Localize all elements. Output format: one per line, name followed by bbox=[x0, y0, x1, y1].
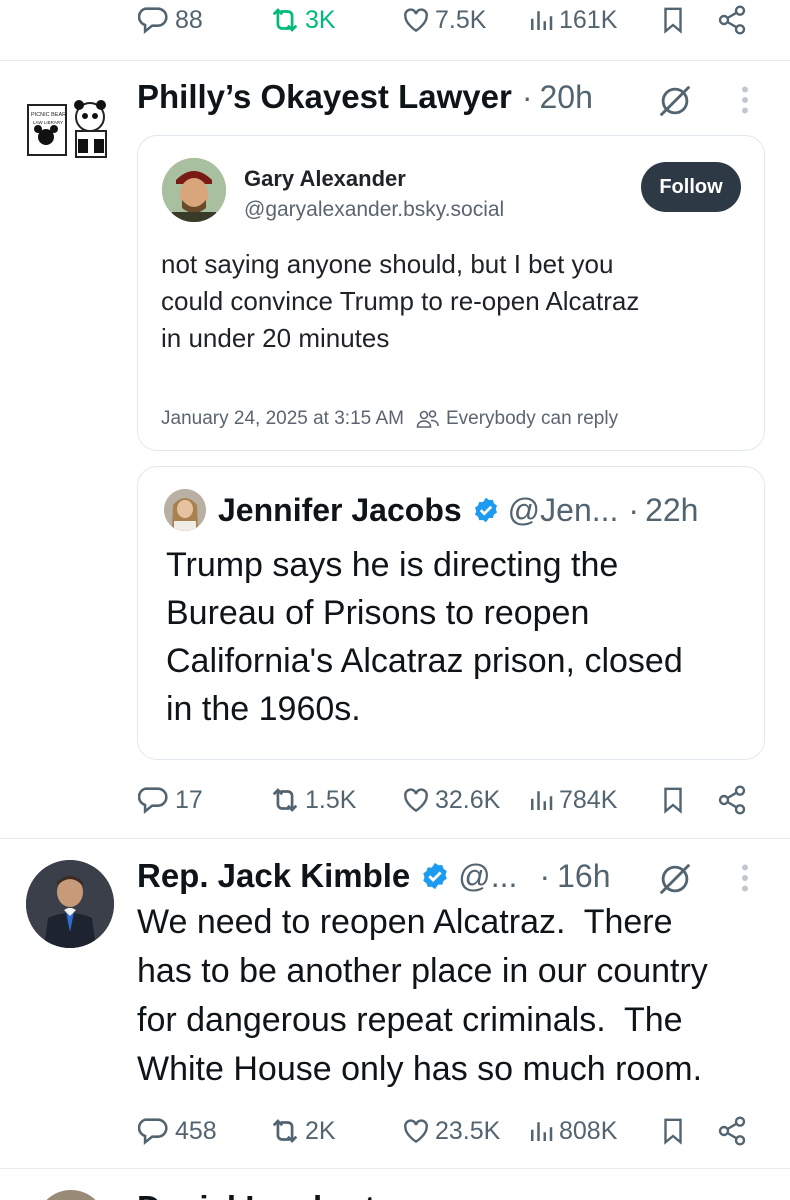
avatar[interactable] bbox=[26, 860, 114, 948]
svg-text:PICNIC BEAR: PICNIC BEAR bbox=[31, 112, 66, 118]
views-count: 784K bbox=[559, 785, 618, 814]
verified-badge-icon bbox=[472, 496, 500, 524]
reply-icon bbox=[138, 7, 168, 34]
bookmark-button[interactable] bbox=[658, 775, 688, 825]
views-icon bbox=[531, 11, 553, 30]
separator: · bbox=[539, 857, 551, 894]
share-icon bbox=[718, 1116, 746, 1146]
author-name[interactable]: Daniel Lambert bbox=[137, 1189, 375, 1200]
svg-text:LAW LIBRARY: LAW LIBRARY bbox=[33, 120, 63, 125]
bluesky-post-text: not saying anyone should, but I bet you … bbox=[161, 249, 640, 353]
retweet-icon bbox=[272, 1119, 298, 1143]
share-button[interactable] bbox=[716, 775, 748, 825]
follow-button[interactable]: Follow bbox=[641, 162, 741, 212]
tweet-header: Rep. Jack Kimble @... · 16h bbox=[137, 851, 610, 901]
tweet-divider bbox=[0, 1168, 790, 1169]
bluesky-author-handle: @garyalexander.bsky.social bbox=[244, 198, 505, 221]
profile-photo-icon bbox=[26, 860, 114, 948]
tweet-action-bar: 458 2K 23.5K 808K bbox=[0, 1106, 790, 1156]
tweet-header: Daniel Lambert bbox=[137, 1183, 375, 1200]
bluesky-author-name: Gary Alexander bbox=[244, 166, 406, 191]
views-icon bbox=[531, 1122, 553, 1141]
more-options-icon[interactable] bbox=[735, 82, 755, 118]
avatar bbox=[162, 158, 226, 222]
quoted-tweet-time: 22h bbox=[645, 491, 699, 528]
grok-icon[interactable] bbox=[656, 860, 694, 898]
retweet-button[interactable]: 1.5K bbox=[268, 775, 356, 825]
tweet-time[interactable]: 20h bbox=[539, 79, 592, 116]
author-name[interactable]: Philly’s Okayest Lawyer bbox=[137, 78, 512, 116]
people-icon bbox=[416, 410, 439, 428]
share-icon bbox=[718, 5, 746, 35]
reply-count: 17 bbox=[175, 785, 203, 814]
reply-setting: Everybody can reply bbox=[445, 408, 619, 429]
tweet-time[interactable]: 16h bbox=[557, 858, 610, 895]
bluesky-post-meta: January 24, 2025 at 3:15 AM Everybody ca… bbox=[161, 408, 618, 430]
share-icon bbox=[718, 785, 746, 815]
verified-badge-icon bbox=[420, 861, 450, 891]
heart-icon bbox=[404, 788, 428, 813]
tweet-divider bbox=[0, 60, 790, 61]
avatar[interactable]: PICNIC BEAR LAW LIBRARY bbox=[26, 95, 114, 165]
retweet-count: 1.5K bbox=[305, 785, 357, 814]
bookmark-icon bbox=[664, 787, 682, 814]
author-handle[interactable]: @... bbox=[458, 858, 517, 895]
tweet-text: We need to reopen Alcatraz. There has to… bbox=[137, 903, 708, 1088]
bluesky-screenshot-card[interactable]: Gary Alexander @garyalexander.bsky.socia… bbox=[137, 135, 765, 451]
tweet-divider bbox=[0, 838, 790, 839]
quoted-author-handle: @Jen... bbox=[507, 491, 619, 528]
retweet-button[interactable]: 2K bbox=[268, 1106, 336, 1156]
views-button[interactable]: 784K bbox=[526, 775, 617, 825]
views-count: 161K bbox=[559, 5, 618, 34]
views-count: 808K bbox=[559, 1116, 618, 1145]
quoted-author-name: Jennifer Jacobs bbox=[218, 491, 462, 528]
bookmark-button[interactable] bbox=[658, 1106, 688, 1156]
quoted-tweet-header: Jennifer Jacobs @Jen... · 22h bbox=[164, 489, 698, 531]
share-button[interactable] bbox=[716, 1106, 748, 1156]
like-count: 23.5K bbox=[435, 1116, 501, 1145]
tweet-header: Philly’s Okayest Lawyer · 20h bbox=[137, 72, 593, 122]
like-button[interactable]: 7.5K bbox=[400, 0, 486, 45]
retweet-icon bbox=[272, 788, 298, 812]
views-button[interactable]: 161K bbox=[526, 0, 617, 45]
bluesky-post-date: January 24, 2025 at 3:15 AM bbox=[161, 408, 404, 429]
avatar bbox=[164, 489, 206, 531]
share-button[interactable] bbox=[716, 0, 748, 45]
separator: · bbox=[628, 491, 640, 528]
like-count: 7.5K bbox=[435, 5, 487, 34]
profile-photo-icon bbox=[162, 158, 226, 222]
bookmark-button[interactable] bbox=[658, 0, 688, 45]
author-name[interactable]: Rep. Jack Kimble bbox=[137, 857, 410, 895]
like-count: 32.6K bbox=[435, 785, 501, 814]
separator: · bbox=[521, 78, 533, 115]
retweet-count: 2K bbox=[305, 1116, 336, 1145]
bookmark-icon bbox=[664, 7, 682, 34]
bookmark-icon bbox=[664, 1118, 682, 1145]
reply-button[interactable]: 88 bbox=[138, 0, 203, 45]
like-button[interactable]: 32.6K bbox=[400, 775, 500, 825]
heart-icon bbox=[404, 1119, 428, 1144]
quoted-tweet-card[interactable]: Jennifer Jacobs @Jen... · 22h Trump says… bbox=[137, 466, 765, 760]
reply-count: 458 bbox=[175, 1116, 217, 1145]
reply-icon bbox=[138, 787, 168, 814]
reply-button[interactable]: 458 bbox=[138, 1106, 217, 1156]
quoted-tweet-text: Trump says he is directing the Bureau of… bbox=[166, 546, 683, 728]
reply-count: 88 bbox=[175, 5, 203, 34]
more-options-icon[interactable] bbox=[735, 860, 755, 896]
previous-tweet-action-bar: 88 3K 7.5K 161K bbox=[0, 0, 790, 45]
profile-photo-icon bbox=[164, 489, 206, 531]
retweet-icon bbox=[272, 8, 298, 32]
heart-icon bbox=[404, 8, 428, 33]
views-icon bbox=[531, 791, 553, 810]
reply-icon bbox=[138, 1118, 168, 1145]
views-button[interactable]: 808K bbox=[526, 1106, 617, 1156]
retweet-count: 3K bbox=[305, 5, 336, 34]
avatar[interactable] bbox=[36, 1190, 106, 1200]
like-button[interactable]: 23.5K bbox=[400, 1106, 500, 1156]
tweet-action-bar: 17 1.5K 32.6K 784K bbox=[0, 775, 790, 825]
retweet-button[interactable]: 3K bbox=[268, 0, 336, 45]
comic-avatar-icon: PICNIC BEAR LAW LIBRARY bbox=[27, 100, 107, 158]
reply-button[interactable]: 17 bbox=[138, 775, 203, 825]
grok-icon[interactable] bbox=[656, 82, 694, 120]
